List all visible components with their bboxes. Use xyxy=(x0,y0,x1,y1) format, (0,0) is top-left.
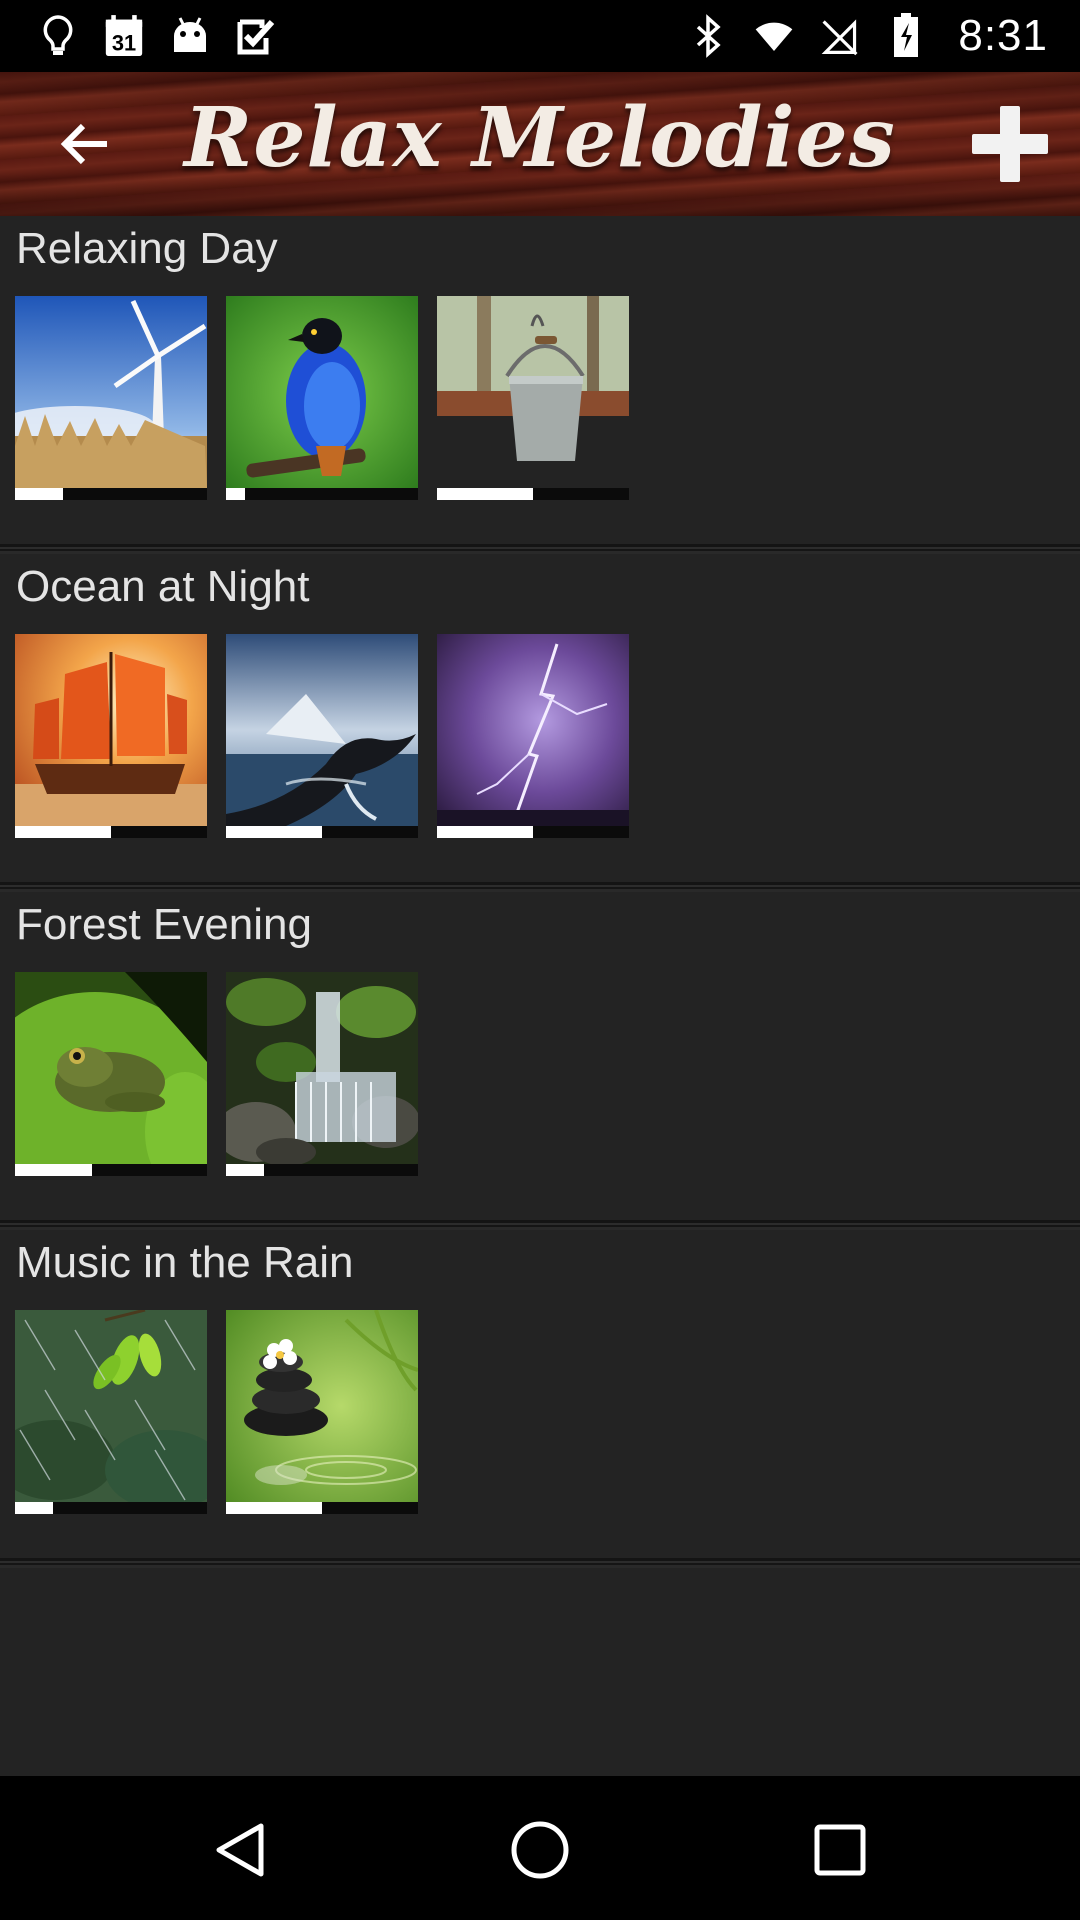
track-progress xyxy=(226,1502,418,1514)
nav-recents-icon xyxy=(814,1824,866,1876)
track-thumb[interactable] xyxy=(226,296,418,500)
progress-fill xyxy=(15,1502,54,1514)
status-left-icons: 31 xyxy=(38,14,276,58)
lightbulb-icon xyxy=(38,14,78,58)
progress-fill xyxy=(226,826,322,838)
section-relaxing-day: Relaxing Day xyxy=(0,216,1080,554)
section-divider xyxy=(0,544,1080,554)
track-progress xyxy=(15,826,207,838)
bluetooth-icon xyxy=(688,14,728,58)
track-thumb[interactable] xyxy=(226,634,418,838)
wind-turbine-wheat-image xyxy=(0,296,207,488)
track-thumb[interactable] xyxy=(226,1309,419,1514)
track-thumbnails xyxy=(0,296,629,500)
sailing-junk-ship-image xyxy=(15,634,207,826)
track-progress xyxy=(226,826,418,838)
section-title[interactable]: Ocean at Night xyxy=(16,562,310,612)
nav-back-button[interactable] xyxy=(206,1818,276,1882)
purple-lightning-image xyxy=(437,634,629,826)
progress-fill xyxy=(437,826,533,838)
track-thumb[interactable] xyxy=(0,972,225,1192)
nav-home-button[interactable] xyxy=(505,1818,575,1882)
section-title[interactable]: Music in the Rain xyxy=(16,1238,353,1288)
track-progress xyxy=(226,488,418,500)
progress-fill xyxy=(226,488,246,500)
status-bar: 31 8:31 xyxy=(0,0,1080,72)
section-divider xyxy=(0,1220,1080,1230)
progress-fill xyxy=(15,488,63,500)
task-check-icon xyxy=(236,14,276,58)
wifi-icon xyxy=(754,14,794,58)
section-music-in-the-rain: Music in the Rain xyxy=(0,1230,1080,1568)
progress-fill xyxy=(15,826,111,838)
section-title[interactable]: Relaxing Day xyxy=(16,224,278,274)
app-title: Relax Melodies xyxy=(184,90,896,186)
system-nav-bar xyxy=(0,1776,1080,1920)
section-ocean-at-night: Ocean at Night xyxy=(0,554,1080,892)
add-button[interactable] xyxy=(972,106,1048,182)
section-title[interactable]: Forest Evening xyxy=(16,900,312,950)
calendar-icon: 31 xyxy=(104,14,144,58)
clock-time: 8:31 xyxy=(958,11,1048,60)
progress-fill xyxy=(226,1164,265,1176)
nav-home-icon xyxy=(511,1821,569,1879)
rain-leaves-image xyxy=(0,1308,225,1510)
track-progress xyxy=(437,488,629,500)
progress-fill xyxy=(437,488,533,500)
track-progress xyxy=(15,488,207,500)
app-bar: Relax Melodies xyxy=(0,72,1080,216)
frog-lily-pad-image xyxy=(0,972,225,1192)
track-thumb[interactable] xyxy=(437,634,629,838)
track-progress xyxy=(15,1502,207,1514)
calendar-day: 31 xyxy=(112,31,136,56)
track-thumbnails xyxy=(0,1308,419,1514)
status-right-icons: 8:31 xyxy=(688,11,1048,61)
track-thumb[interactable] xyxy=(0,1308,225,1514)
progress-fill xyxy=(15,1164,92,1176)
whale-tail-image xyxy=(226,634,418,826)
track-thumb[interactable] xyxy=(0,296,207,500)
android-icon xyxy=(170,14,210,58)
section-divider xyxy=(0,882,1080,892)
forest-waterfall-image xyxy=(216,972,420,1166)
nav-back-icon xyxy=(216,1823,264,1877)
track-thumb[interactable] xyxy=(437,296,629,500)
track-progress xyxy=(226,1164,418,1176)
section-divider xyxy=(0,1558,1080,1568)
section-forest-evening: Forest Evening xyxy=(0,892,1080,1230)
track-thumbnails xyxy=(0,972,420,1192)
mix-list: Relaxing Day Ocean at Night Forest Eveni… xyxy=(0,216,1080,1568)
track-thumb[interactable] xyxy=(216,972,420,1176)
track-progress xyxy=(15,1164,207,1176)
blue-bird-image xyxy=(226,296,418,488)
nav-recents-button[interactable] xyxy=(805,1818,875,1882)
no-signal-icon xyxy=(820,14,860,58)
zen-stones-image xyxy=(226,1309,419,1502)
battery-icon xyxy=(886,13,926,58)
water-bucket-well-image xyxy=(437,296,629,488)
progress-fill xyxy=(226,1502,322,1514)
track-thumbnails xyxy=(15,634,629,838)
track-thumb[interactable] xyxy=(15,634,207,838)
track-progress xyxy=(437,826,629,838)
